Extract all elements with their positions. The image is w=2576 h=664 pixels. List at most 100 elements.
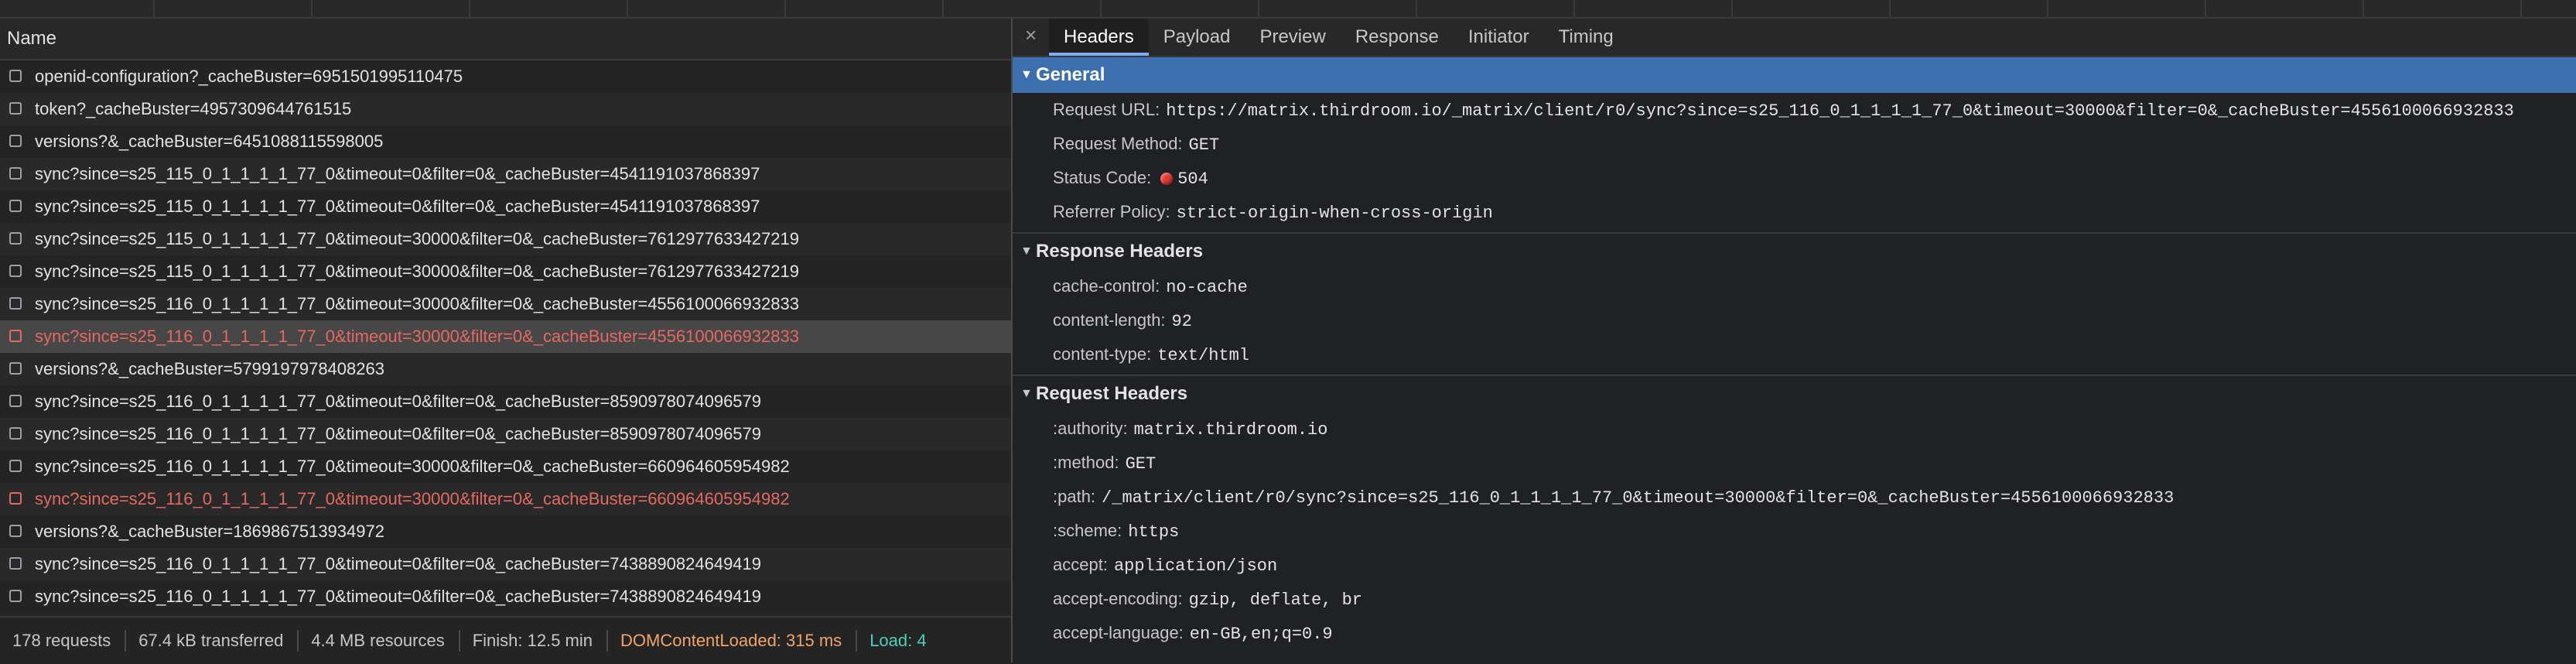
request-name: sync?since=s25_115_0_1_1_1_1_77_0&timeou…: [35, 229, 799, 248]
header-key: accept:: [1053, 555, 1108, 574]
request-name: sync?since=s25_116_0_1_1_1_1_77_0&timeou…: [35, 457, 790, 476]
tab-payload[interactable]: Payload: [1149, 19, 1245, 56]
request-headers-title: Request Headers: [1036, 383, 1188, 404]
general-section-title: General: [1036, 64, 1105, 85]
details-tabs: Headers Payload Preview Response Initiator Ti…: [1049, 19, 1628, 56]
close-icon[interactable]: ×: [1025, 23, 1037, 47]
header-value[interactable]: text/html: [1157, 346, 1249, 365]
header-value[interactable]: gzip, deflate, br: [1189, 590, 1362, 610]
request-headers-section-header[interactable]: ▼ Request Headers: [1013, 376, 2576, 412]
header-value[interactable]: matrix.thirdroom.io: [1134, 420, 1328, 440]
header-value[interactable]: no-cache: [1166, 278, 1248, 297]
header-key: accept-encoding:: [1053, 589, 1183, 608]
document-icon: [9, 102, 22, 115]
document-icon: [9, 492, 22, 505]
header-row: :authority: matrix.thirdroom.io: [1013, 412, 2576, 446]
request-name: sync?since=s25_116_0_1_1_1_1_77_0&timeou…: [35, 294, 799, 313]
header-row: :method: GET: [1013, 446, 2576, 480]
tab-headers[interactable]: Headers: [1049, 19, 1149, 56]
request-name: sync?since=s25_115_0_1_1_1_1_77_0&timeou…: [35, 262, 799, 281]
tab-initiator[interactable]: Initiator: [1454, 19, 1544, 56]
request-row[interactable]: sync?since=s25_115_0_1_1_1_1_77_0&timeou…: [0, 158, 1011, 190]
document-icon: [9, 525, 22, 537]
finish-time: Finish: 12.5 min: [460, 630, 609, 652]
header-key: :authority:: [1053, 419, 1128, 438]
header-key: accept-language:: [1053, 623, 1184, 642]
dom-content-loaded-time: DOMContentLoaded: 315 ms: [608, 630, 858, 652]
header-row: content-type: text/html: [1013, 337, 2576, 371]
request-row[interactable]: sync?since=s25_116_0_1_1_1_1_77_0&timeou…: [0, 418, 1011, 450]
triangle-down-icon: ▼: [1020, 387, 1033, 400]
document-icon: [9, 460, 22, 472]
timeline-strip: [0, 0, 2576, 19]
header-value[interactable]: en-GB,en;q=0.9: [1190, 625, 1333, 644]
request-name: openid-configuration?_cacheBuster=695150…: [35, 67, 463, 86]
request-row[interactable]: token?_cacheBuster=4957309644761515: [0, 93, 1011, 125]
document-icon: [9, 330, 22, 342]
tab-response[interactable]: Response: [1341, 19, 1454, 56]
referrer-policy-key: Referrer Policy:: [1053, 202, 1170, 221]
error-status-dot-icon: [1160, 173, 1174, 185]
request-row[interactable]: sync?since=s25_115_0_1_1_1_1_77_0&timeou…: [0, 223, 1011, 255]
header-key: :method:: [1053, 453, 1119, 472]
general-section-header[interactable]: ▼ General: [1013, 57, 2576, 93]
triangle-down-icon: ▼: [1020, 68, 1033, 81]
document-icon: [9, 265, 22, 277]
request-name: sync?since=s25_116_0_1_1_1_1_77_0&timeou…: [35, 392, 762, 411]
request-row[interactable]: sync?since=s25_116_0_1_1_1_1_77_0&timeou…: [0, 450, 1011, 483]
request-name: versions?&_cacheBuster=5799197978408263: [35, 359, 384, 378]
tab-timing[interactable]: Timing: [1544, 19, 1628, 56]
document-icon: [9, 427, 22, 440]
resources-size: 4.4 MB resources: [299, 630, 460, 652]
document-icon: [9, 557, 22, 570]
request-method-row: Request Method: GET: [1013, 127, 2576, 161]
request-row[interactable]: sync?since=s25_116_0_1_1_1_1_77_0&timeou…: [0, 288, 1011, 320]
header-row: cache-control: no-cache: [1013, 269, 2576, 303]
name-column-header[interactable]: Name: [0, 19, 1011, 60]
request-row[interactable]: sync?since=s25_116_0_1_1_1_1_77_0&timeou…: [0, 483, 1011, 515]
request-row[interactable]: sync?since=s25_116_0_1_1_1_1_77_0&timeou…: [0, 320, 1011, 353]
request-name: sync?since=s25_116_0_1_1_1_1_77_0&timeou…: [35, 489, 790, 508]
document-icon: [9, 135, 22, 147]
header-row: content-length: 92: [1013, 303, 2576, 337]
request-row[interactable]: sync?since=s25_116_0_1_1_1_1_77_0&timeou…: [0, 548, 1011, 580]
header-key: :path:: [1053, 487, 1096, 506]
request-row[interactable]: versions?&_cacheBuster=5799197978408263: [0, 353, 1011, 385]
header-value[interactable]: /_matrix/client/r0/sync?since=s25_116_0_…: [1102, 488, 2174, 508]
response-headers-list: cache-control: no-cache content-length: 92 c…: [1013, 269, 2576, 371]
details-tabbar: × Headers Payload Preview Response Initiator…: [1013, 19, 2576, 57]
request-count: 178 requests: [0, 630, 127, 652]
document-icon: [9, 297, 22, 310]
request-name: versions?&_cacheBuster=1869867513934972: [35, 522, 384, 541]
request-url-value[interactable]: https://matrix.thirdroom.io/_matrix/clie…: [1166, 101, 2514, 121]
header-key: :scheme:: [1053, 521, 1122, 540]
request-name: sync?since=s25_115_0_1_1_1_1_77_0&timeou…: [35, 197, 760, 216]
request-name: token?_cacheBuster=4957309644761515: [35, 99, 352, 118]
triangle-down-icon: ▼: [1020, 245, 1033, 258]
request-details-pane: × Headers Payload Preview Response Initiator…: [1013, 19, 2576, 662]
request-row[interactable]: versions?&_cacheBuster=6451088115598005: [0, 125, 1011, 158]
request-url-row: Request URL: https://matrix.thirdroom.io/…: [1013, 93, 2576, 127]
tab-preview[interactable]: Preview: [1245, 19, 1340, 56]
header-row: accept-language: en-GB,en;q=0.9: [1013, 616, 2576, 650]
request-list-pane: Name openid-configuration?_cacheBuster=6…: [0, 19, 1011, 664]
request-name: sync?since=s25_116_0_1_1_1_1_77_0&timeou…: [35, 327, 799, 346]
status-code-row: Status Code: 504: [1013, 161, 2576, 195]
request-row[interactable]: sync?since=s25_115_0_1_1_1_1_77_0&timeou…: [0, 255, 1011, 288]
request-row[interactable]: sync?since=s25_116_0_1_1_1_1_77_0&timeou…: [0, 580, 1011, 613]
request-row[interactable]: sync?since=s25_115_0_1_1_1_1_77_0&timeou…: [0, 190, 1011, 223]
request-row[interactable]: openid-configuration?_cacheBuster=695150…: [0, 60, 1011, 93]
request-method-value: GET: [1188, 135, 1220, 155]
request-headers-list: :authority: matrix.thirdroom.io :method: GE…: [1013, 412, 2576, 650]
header-key: content-type:: [1053, 344, 1152, 364]
header-value[interactable]: application/json: [1114, 556, 1277, 576]
request-row[interactable]: versions?&_cacheBuster=1869867513934972: [0, 515, 1011, 548]
response-headers-section-header[interactable]: ▼ Response Headers: [1013, 234, 2576, 269]
request-url-key: Request URL:: [1053, 100, 1160, 119]
header-value[interactable]: GET: [1126, 454, 1156, 474]
header-value[interactable]: https: [1128, 522, 1179, 542]
status-bar: 178 requests 67.4 kB transferred 4.4 MB re…: [0, 616, 1011, 664]
header-value[interactable]: 92: [1172, 312, 1192, 331]
request-name: sync?since=s25_116_0_1_1_1_1_77_0&timeou…: [35, 554, 762, 573]
request-row[interactable]: sync?since=s25_116_0_1_1_1_1_77_0&timeou…: [0, 385, 1011, 418]
